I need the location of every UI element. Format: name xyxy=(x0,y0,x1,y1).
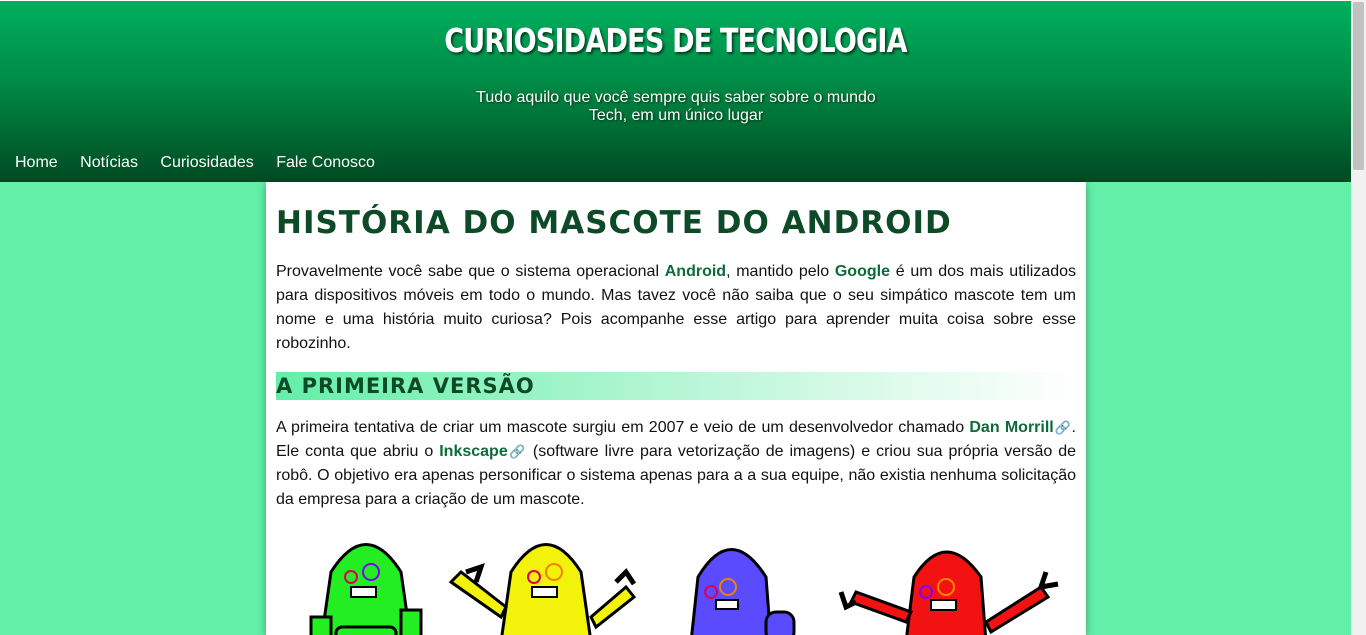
subtitle-line-2: Tech, em um único lugar xyxy=(588,107,764,124)
page-scrollbar[interactable] xyxy=(1351,0,1366,635)
robot-red-icon xyxy=(838,550,1059,635)
robot-mascots-image xyxy=(309,543,1059,635)
site-header: CURIOSIDADES DE TECNOLOGIA Tudo aquilo q… xyxy=(0,0,1351,182)
site-title: CURIOSIDADES DE TECNOLOGIA xyxy=(444,21,907,60)
google-link[interactable]: Google xyxy=(835,263,890,280)
section-text-1: A primeira tentativa de criar um mascote… xyxy=(276,419,970,436)
article-title: História do mascote do Android xyxy=(276,205,952,241)
dan-morrill-link[interactable]: Dan Morrill xyxy=(969,419,1053,436)
inkscape-link[interactable]: Inkscape xyxy=(439,443,507,460)
external-link-icon: 🔗 xyxy=(507,444,527,459)
section-heading-primeira-versao: A primeira versão xyxy=(276,372,1076,400)
site-subtitle: Tudo aquilo que você sempre quis saber s… xyxy=(470,89,882,125)
nav-item-noticias[interactable]: Notícias xyxy=(80,154,138,172)
scrollbar-thumb[interactable] xyxy=(1353,2,1364,170)
article: História do mascote do Android Provavelm… xyxy=(266,182,1086,635)
robot-green-icon xyxy=(309,543,423,635)
robot-yellow-icon xyxy=(448,543,637,635)
android-link[interactable]: Android xyxy=(665,263,726,280)
main-nav: Home Notícias Curiosidades Fale Conosco xyxy=(15,154,393,174)
intro-text-1: Provavelmente você sabe que o sistema op… xyxy=(276,263,665,280)
nav-item-curiosidades[interactable]: Curiosidades xyxy=(160,154,253,172)
intro-paragraph: Provavelmente você sabe que o sistema op… xyxy=(276,260,1076,356)
section-paragraph: A primeira tentativa de criar um mascote… xyxy=(276,416,1076,512)
subtitle-line-1: Tudo aquilo que você sempre quis saber s… xyxy=(476,89,876,106)
intro-text-2: , mantido pelo xyxy=(726,263,835,280)
nav-item-home[interactable]: Home xyxy=(15,154,58,172)
nav-item-fale-conosco[interactable]: Fale Conosco xyxy=(276,154,375,172)
robot-blue-icon xyxy=(690,548,796,635)
external-link-icon: 🔗 xyxy=(1053,420,1072,435)
